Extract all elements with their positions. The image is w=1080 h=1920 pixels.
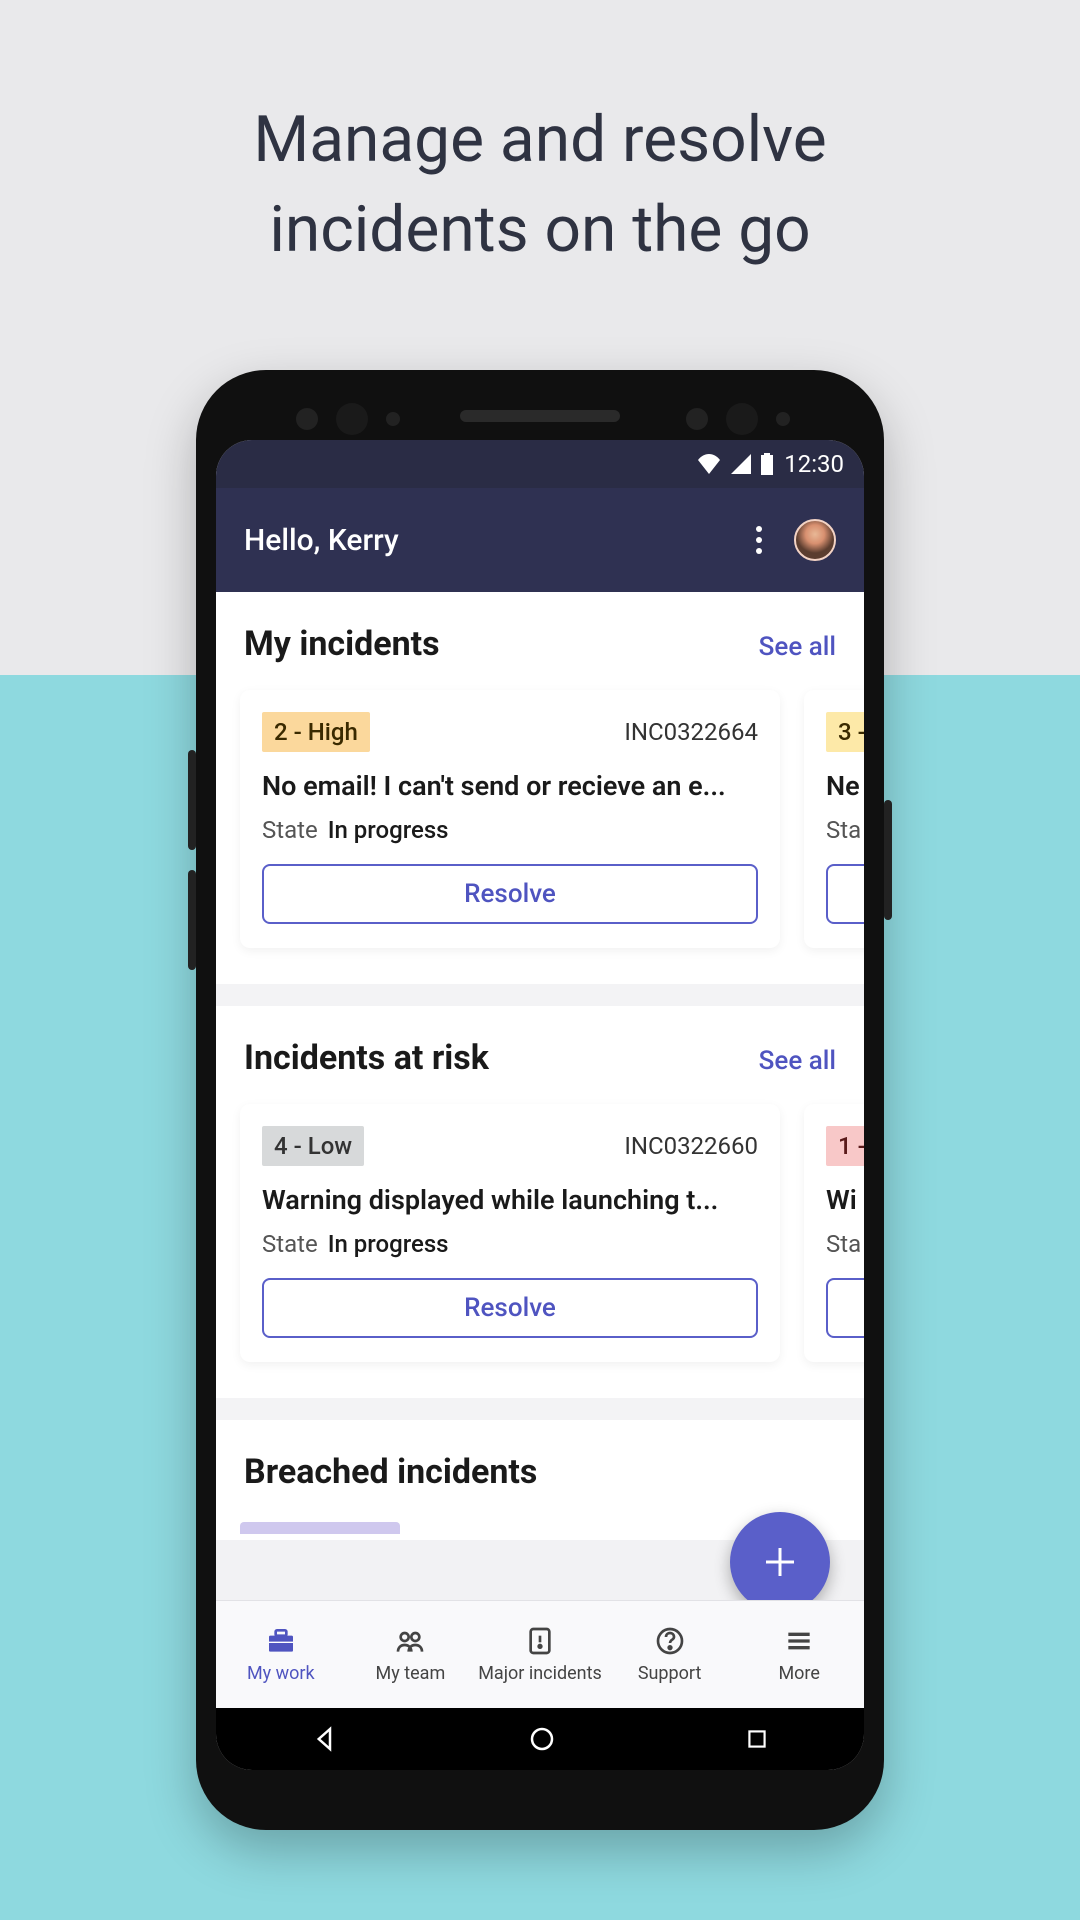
- incident-title: Wi: [826, 1184, 864, 1216]
- power-button: [884, 800, 892, 920]
- my-incidents-cards[interactable]: 2 - High INC0322664 No email! I can't se…: [216, 682, 864, 976]
- home-icon[interactable]: [527, 1724, 557, 1754]
- section-title: My incidents: [244, 624, 440, 664]
- app-header: Hello, Kerry: [216, 488, 864, 592]
- help-icon: [654, 1625, 686, 1657]
- state-label: State: [262, 1230, 318, 1258]
- incident-card[interactable]: 2 - High INC0322664 No email! I can't se…: [240, 690, 780, 948]
- tab-label: Major incidents: [478, 1663, 602, 1684]
- team-icon: [394, 1625, 426, 1657]
- resolve-button[interactable]: Resolve: [262, 1278, 758, 1338]
- tab-label: More: [778, 1663, 819, 1684]
- section-title: Breached incidents: [244, 1452, 537, 1492]
- resolve-button[interactable]: Resolve: [262, 864, 758, 924]
- at-risk-cards[interactable]: 4 - Low INC0322660 Warning displayed whi…: [216, 1096, 864, 1390]
- see-all-link[interactable]: See all: [759, 1046, 836, 1076]
- add-incident-button[interactable]: [730, 1512, 830, 1612]
- tab-my-work[interactable]: My work: [216, 1601, 346, 1708]
- marketing-headline: Manage and resolve incidents on the go: [0, 95, 1080, 274]
- tab-my-team[interactable]: My team: [346, 1601, 476, 1708]
- content-scroll[interactable]: My incidents See all 2 - High INC0322664…: [216, 592, 864, 1540]
- incident-state: Sta: [826, 816, 864, 844]
- wifi-icon: [696, 454, 722, 474]
- back-icon[interactable]: [310, 1724, 340, 1754]
- headline-line-2: incidents on the go: [0, 185, 1080, 275]
- my-incidents-section: My incidents See all 2 - High INC0322664…: [216, 592, 864, 984]
- incident-card-peek[interactable]: [240, 1522, 400, 1534]
- at-risk-section: Incidents at risk See all 4 - Low INC032…: [216, 1006, 864, 1398]
- incident-state: Sta: [826, 1230, 864, 1258]
- device-frame: 12:30 Hello, Kerry My incidents See all: [196, 370, 884, 1830]
- priority-badge: 1 -: [826, 1126, 864, 1166]
- tab-label: Support: [638, 1663, 702, 1684]
- incident-title: Ne: [826, 770, 864, 802]
- resolve-button[interactable]: [826, 1278, 864, 1338]
- app-screen: 12:30 Hello, Kerry My incidents See all: [216, 440, 864, 1770]
- menu-icon: [783, 1625, 815, 1657]
- briefcase-icon: [265, 1625, 297, 1657]
- tab-bar: My work My team Major incidents Support …: [216, 1600, 864, 1708]
- volume-down-button: [188, 870, 196, 970]
- status-bar: 12:30: [216, 440, 864, 488]
- cellular-icon: [730, 454, 752, 474]
- resolve-button[interactable]: [826, 864, 864, 924]
- incident-card[interactable]: 3 - Ne Sta: [804, 690, 864, 948]
- ticket-id: INC0322664: [624, 718, 758, 746]
- tab-major-incidents[interactable]: Major incidents: [475, 1601, 605, 1708]
- phone-speaker: [460, 410, 620, 422]
- status-time: 12:30: [784, 450, 844, 478]
- android-nav-bar: [216, 1708, 864, 1770]
- volume-up-button: [188, 750, 196, 850]
- incident-state: State In progress: [262, 816, 758, 844]
- incident-state: State In progress: [262, 1230, 758, 1258]
- see-all-link[interactable]: See all: [759, 632, 836, 662]
- headline-line-1: Manage and resolve: [0, 95, 1080, 185]
- incident-card[interactable]: 1 - Wi Sta: [804, 1104, 864, 1362]
- avatar[interactable]: [794, 519, 836, 561]
- ticket-id: INC0322660: [624, 1132, 758, 1160]
- greeting-text: Hello, Kerry: [244, 523, 399, 558]
- incident-title: No email! I can't send or recieve an e..…: [262, 770, 758, 802]
- state-value: In progress: [328, 816, 449, 844]
- priority-badge: 4 - Low: [262, 1126, 364, 1166]
- section-title: Incidents at risk: [244, 1038, 489, 1078]
- status-icons: [696, 453, 774, 475]
- incident-title: Warning displayed while launching t...: [262, 1184, 758, 1216]
- tab-support[interactable]: Support: [605, 1601, 735, 1708]
- state-label: Sta: [826, 816, 861, 844]
- state-label: State: [262, 816, 318, 844]
- tab-label: My work: [247, 1663, 315, 1684]
- battery-icon: [760, 453, 774, 475]
- overflow-menu-button[interactable]: [750, 520, 768, 560]
- recents-icon[interactable]: [744, 1726, 770, 1752]
- state-value: In progress: [328, 1230, 449, 1258]
- plus-icon: [760, 1542, 800, 1582]
- tab-more[interactable]: More: [734, 1601, 864, 1708]
- tab-label: My team: [376, 1663, 446, 1684]
- priority-badge: 2 - High: [262, 712, 370, 752]
- alert-icon: [524, 1625, 556, 1657]
- incident-card[interactable]: 4 - Low INC0322660 Warning displayed whi…: [240, 1104, 780, 1362]
- state-label: Sta: [826, 1230, 861, 1258]
- priority-badge: 3 -: [826, 712, 864, 752]
